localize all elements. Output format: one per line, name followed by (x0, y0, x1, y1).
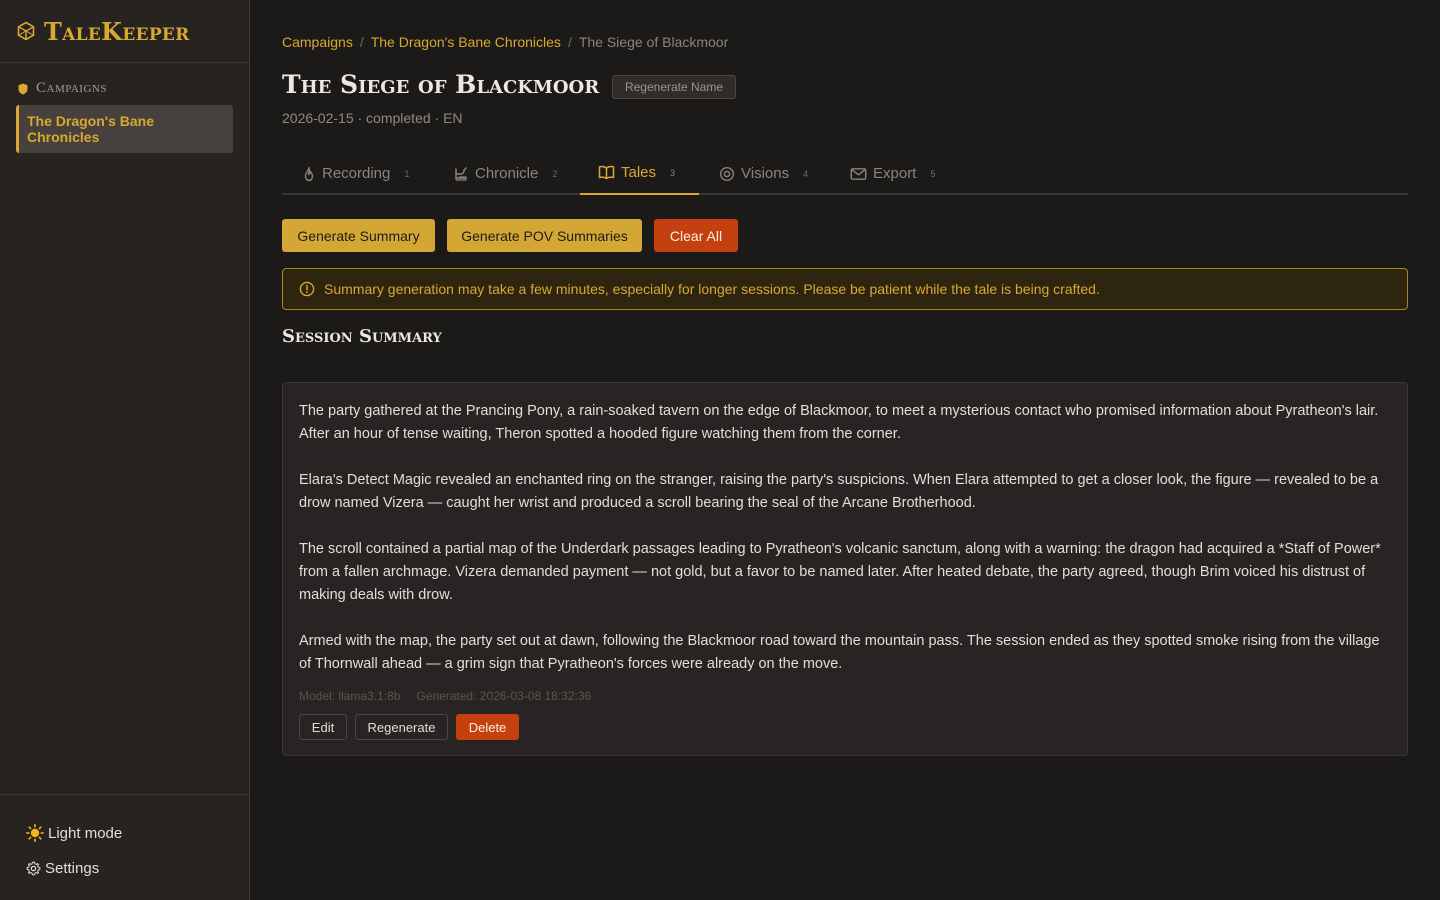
light-mode-toggle[interactable]: Light mode (26, 824, 122, 842)
sidebar-item-label: The Dragon's Bane Chronicles (27, 113, 155, 145)
regenerate-button[interactable]: Regenerate (355, 714, 448, 740)
light-mode-label: Light mode (48, 824, 123, 842)
tab-badge: 5 (930, 168, 936, 179)
summary-card: The party gathered at the Prancing Pony,… (282, 382, 1408, 756)
summary-paragraph: Armed with the map, the party set out at… (299, 633, 1380, 672)
generated-timestamp: Generated: 2026-03-08 18:32:36 (416, 689, 592, 703)
info-notice: Summary generation may take a few minute… (282, 268, 1408, 310)
tab-badge: 1 (404, 168, 410, 179)
edit-button[interactable]: Edit (299, 714, 347, 740)
regenerate-name-button[interactable]: Regenerate Name (612, 75, 736, 99)
clear-all-button[interactable]: Clear All (654, 219, 738, 252)
sidebar-item-campaign[interactable]: The Dragon's Bane Chronicles (16, 105, 233, 153)
sidebar-footer: Light mode Settings (0, 794, 249, 900)
summary-paragraph: Elara's Detect Magic revealed an enchant… (299, 472, 1379, 511)
breadcrumb: Campaigns / The Dragon's Bane Chronicles… (282, 34, 728, 50)
info-icon (299, 281, 315, 297)
summary-paragraph: The scroll contained a partial map of th… (299, 541, 1381, 603)
page-title: The Siege of Blackmoor (282, 70, 600, 99)
settings-link[interactable]: Settings (26, 860, 99, 877)
logo-icon (16, 21, 36, 41)
generate-summary-button[interactable]: Generate Summary (282, 219, 435, 252)
gear-icon (26, 861, 41, 876)
tab-bar: Recording 1 Chronicle 2 Tales 3 Visions … (282, 152, 1408, 195)
brand-name: TaleKeeper (44, 16, 190, 46)
tab-label: Chronicle (475, 165, 539, 182)
book-icon (598, 165, 615, 180)
sidebar: TaleKeeper Campaigns The Dragon's Bane C… (0, 0, 250, 900)
eye-target-icon (719, 166, 735, 182)
settings-label: Settings (45, 860, 100, 877)
tab-visions[interactable]: Visions 4 (719, 152, 808, 195)
generate-pov-summaries-button[interactable]: Generate POV Summaries (447, 219, 642, 252)
sun-icon (26, 824, 44, 842)
tab-tales[interactable]: Tales 3 (580, 152, 699, 195)
session-meta: 2026-02-15 · completed · EN (282, 110, 463, 126)
breadcrumb-separator: / (567, 34, 572, 50)
flame-icon (302, 166, 316, 182)
mail-icon (850, 167, 867, 181)
delete-button[interactable]: Delete (456, 714, 519, 740)
summary-meta: Model: llama3.1:8b Generated: 2026-03-08… (299, 689, 591, 703)
campaigns-section-label: Campaigns (18, 80, 107, 97)
summary-paragraph: The party gathered at the Prancing Pony,… (299, 403, 1379, 442)
tab-export[interactable]: Export 5 (850, 152, 935, 195)
shield-icon (18, 83, 28, 95)
breadcrumb-current: The Siege of Blackmoor (578, 34, 729, 50)
tab-label: Export (873, 165, 917, 182)
section-label-text: Campaigns (36, 80, 107, 96)
tab-badge: 4 (803, 168, 809, 179)
brand-header[interactable]: TaleKeeper (0, 0, 249, 63)
section-title: Session Summary (282, 326, 442, 347)
breadcrumb-campaigns-link[interactable]: Campaigns (282, 34, 353, 50)
breadcrumb-campaign-link[interactable]: The Dragon's Bane Chronicles (371, 34, 561, 50)
tab-label: Tales (621, 164, 657, 181)
tab-label: Visions (741, 165, 790, 182)
breadcrumb-separator: / (359, 34, 364, 50)
tab-badge: 3 (670, 167, 676, 178)
model-label: Model: llama3.1:8b (299, 689, 401, 703)
quill-icon (453, 166, 469, 182)
notice-text: Summary generation may take a few minute… (324, 281, 1100, 297)
tab-badge: 2 (552, 168, 558, 179)
summary-body: The party gathered at the Prancing Pony,… (299, 400, 1393, 676)
tab-recording[interactable]: Recording 1 (302, 152, 409, 195)
tab-label: Recording (322, 165, 391, 182)
tab-chronicle[interactable]: Chronicle 2 (453, 152, 557, 195)
